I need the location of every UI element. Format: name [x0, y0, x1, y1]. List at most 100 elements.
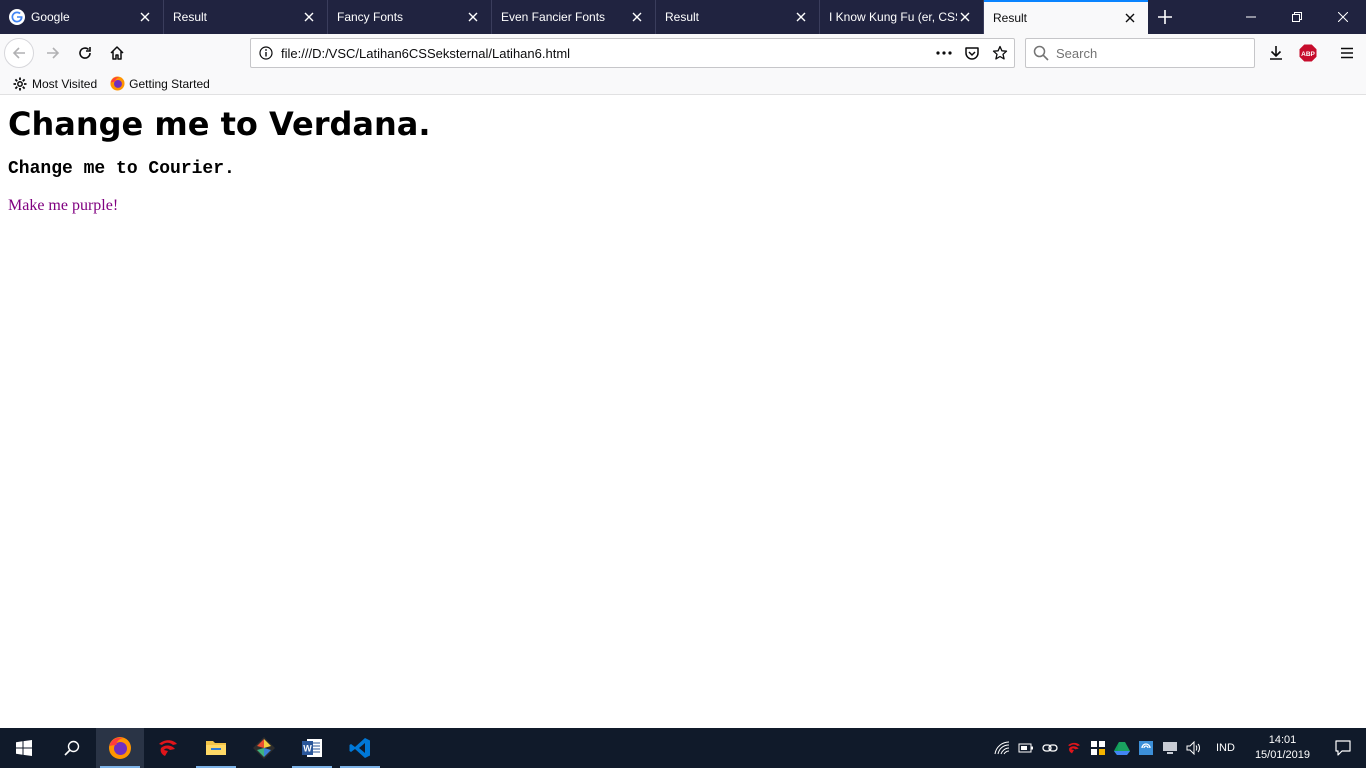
file-explorer-icon	[206, 741, 226, 755]
tab-title: Even Fancier Fonts	[501, 10, 606, 24]
system-tray: IND 14:01 15/01/2019	[990, 728, 1366, 768]
tab-even-fancier-fonts[interactable]: Even Fancier Fonts	[492, 0, 656, 34]
display-icon[interactable]	[1158, 728, 1182, 768]
drive-icon[interactable]	[1110, 728, 1134, 768]
battery-icon[interactable]	[1014, 728, 1038, 768]
gear-icon	[12, 76, 28, 92]
taskbar-search-button[interactable]	[48, 728, 96, 768]
close-icon[interactable]	[1122, 10, 1138, 26]
tab-title: Result	[993, 11, 1028, 25]
pocket-button[interactable]	[958, 39, 986, 67]
minimize-icon	[1246, 16, 1256, 18]
page-paragraph: Make me purple!	[8, 197, 119, 214]
search-input[interactable]	[1056, 45, 1246, 61]
tabstrip-drag-area[interactable]	[1182, 0, 1228, 34]
home-icon	[110, 46, 124, 60]
reload-icon	[79, 47, 91, 59]
security-icon[interactable]	[1086, 728, 1110, 768]
restore-icon	[1292, 12, 1302, 22]
taskbar-word[interactable]: W	[288, 728, 336, 768]
tab-result-2[interactable]: Result	[656, 0, 820, 34]
restore-button[interactable]	[1274, 0, 1320, 34]
google-icon	[9, 9, 25, 25]
tab-title: Google	[31, 10, 70, 24]
tab-kung-fu[interactable]: I Know Kung Fu (er, CSS)	[820, 0, 984, 34]
bookmark-getting-started[interactable]: Getting Started	[109, 76, 210, 92]
garena-icon	[159, 740, 177, 756]
git-icon	[253, 737, 275, 759]
firefox-icon	[109, 76, 125, 92]
taskbar-firefox[interactable]	[96, 728, 144, 768]
clock-time: 14:01	[1268, 734, 1297, 746]
close-window-button[interactable]	[1320, 0, 1366, 34]
volume-icon[interactable]	[1182, 728, 1206, 768]
tab-fancy-fonts[interactable]: Fancy Fonts	[328, 0, 492, 34]
close-icon[interactable]	[793, 9, 809, 25]
tab-title: Result	[173, 10, 208, 24]
close-icon[interactable]	[301, 9, 317, 25]
taskbar-garena[interactable]	[144, 728, 192, 768]
hamburger-menu-icon	[1341, 47, 1353, 59]
language-indicator[interactable]: IND	[1206, 742, 1245, 754]
word-icon: W	[302, 739, 322, 757]
page-subheading: Change me to Courier.	[8, 159, 235, 179]
page-actions-button[interactable]	[930, 39, 958, 67]
taskbar-git[interactable]	[240, 728, 288, 768]
close-icon[interactable]	[629, 9, 645, 25]
arrow-left-icon	[12, 47, 25, 59]
home-button[interactable]	[102, 38, 132, 68]
windows-start-icon	[16, 740, 32, 756]
search-icon	[1026, 39, 1056, 67]
action-center-button[interactable]	[1320, 728, 1366, 768]
garena-tray-icon[interactable]	[1062, 728, 1086, 768]
adblock-plus-icon: ABP	[1299, 44, 1317, 62]
star-icon	[992, 45, 1008, 60]
clock[interactable]: 14:01 15/01/2019	[1245, 733, 1320, 763]
reload-button[interactable]	[70, 38, 100, 68]
close-icon[interactable]	[957, 9, 973, 25]
url-bar[interactable]: file:///D:/VSC/Latihan6CSSeksternal/Lati…	[250, 38, 1015, 68]
close-icon[interactable]	[465, 9, 481, 25]
tab-strip: Google Result Fancy Fonts Even Fancier F…	[0, 0, 1366, 34]
search-bar[interactable]	[1025, 38, 1255, 68]
svg-text:W: W	[303, 744, 312, 754]
tab-google[interactable]: Google	[0, 0, 164, 34]
back-button[interactable]	[4, 38, 34, 68]
new-tab-button[interactable]	[1148, 0, 1182, 34]
tab-result-active[interactable]: Result	[984, 0, 1148, 34]
close-icon	[1338, 12, 1348, 22]
bookmark-star-button[interactable]	[986, 39, 1014, 67]
page-content: Change me to Verdana. Change me to Couri…	[0, 96, 1366, 728]
navigation-toolbar: file:///D:/VSC/Latihan6CSSeksternal/Lati…	[0, 34, 1366, 73]
tab-title: I Know Kung Fu (er, CSS)	[829, 10, 957, 24]
tab-title: Result	[665, 10, 700, 24]
network-sharing-icon[interactable]	[1134, 728, 1158, 768]
forward-button[interactable]	[38, 38, 68, 68]
taskbar-vscode[interactable]	[336, 728, 384, 768]
bookmark-most-visited[interactable]: Most Visited	[12, 76, 97, 92]
tab-title: Fancy Fonts	[337, 10, 404, 24]
menu-button[interactable]	[1332, 38, 1362, 68]
tab-result-1[interactable]: Result	[164, 0, 328, 34]
bookmark-label: Getting Started	[129, 76, 210, 91]
clock-date: 15/01/2019	[1254, 749, 1310, 761]
firefox-icon	[109, 737, 131, 759]
start-button[interactable]	[0, 728, 48, 768]
windows-taskbar: W IND 14:01 15/01/2019	[0, 728, 1366, 768]
bookmarks-toolbar: Most Visited Getting Started	[0, 73, 1366, 95]
notification-icon	[1335, 740, 1351, 756]
info-icon[interactable]	[251, 39, 281, 67]
minimize-button[interactable]	[1228, 0, 1274, 34]
downloads-button[interactable]	[1261, 38, 1291, 68]
close-icon[interactable]	[137, 9, 153, 25]
url-text[interactable]: file:///D:/VSC/Latihan6CSSeksternal/Lati…	[281, 46, 930, 61]
taskbar-file-explorer[interactable]	[192, 728, 240, 768]
arrow-right-icon	[47, 47, 60, 59]
search-icon	[64, 740, 80, 756]
bookmark-label: Most Visited	[32, 76, 98, 91]
link-icon[interactable]	[1038, 728, 1062, 768]
adblock-plus-button[interactable]: ABP	[1293, 38, 1323, 68]
more-horizontal-icon	[936, 51, 952, 55]
download-icon	[1270, 46, 1282, 60]
wifi-icon[interactable]	[990, 728, 1014, 768]
